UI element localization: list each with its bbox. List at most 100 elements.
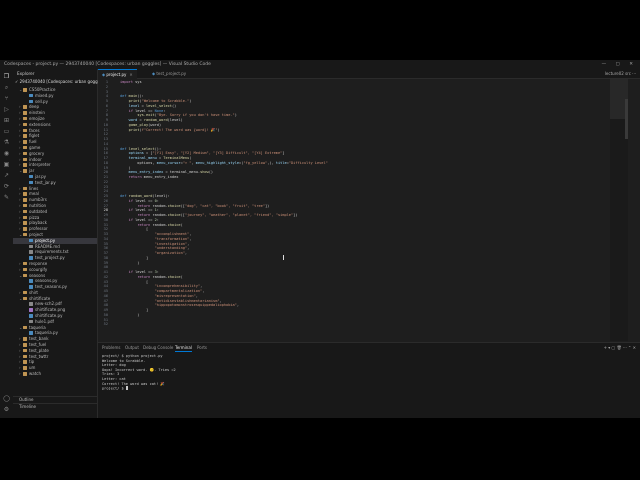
code-token: "understanding" bbox=[154, 246, 188, 251]
terminal-output[interactable]: project/ $ python project.py Welcome to S… bbox=[102, 354, 176, 391]
tree-item-label: lines bbox=[29, 185, 39, 191]
code-token: ] bbox=[120, 255, 149, 260]
code-token: menu_cursor bbox=[156, 160, 181, 165]
folder-item[interactable]: › watch bbox=[13, 371, 97, 377]
code-token: , bbox=[202, 289, 205, 293]
tree-item-label: hule1.pdf bbox=[35, 318, 54, 324]
outline-section[interactable]: Outline bbox=[13, 396, 97, 403]
code-token: "hippopotomonstrosesquippedaliophobia" bbox=[154, 303, 237, 308]
live-share-icon[interactable]: ↗ bbox=[3, 172, 10, 179]
close-icon[interactable]: ✕ bbox=[129, 72, 132, 77]
tab-test-project-py[interactable]: ◆ test_project.py bbox=[148, 69, 190, 78]
account-icon[interactable]: ◯ bbox=[3, 395, 10, 402]
extensions-icon[interactable]: ⊞ bbox=[3, 117, 10, 124]
explorer-title: Explorer bbox=[17, 71, 35, 76]
code-token: () bbox=[171, 103, 177, 108]
code-token: game_play bbox=[128, 122, 149, 127]
code-token: "dog", "cat", "book", "fruit", "tree" bbox=[184, 203, 265, 208]
run-debug-icon[interactable]: ▷ bbox=[3, 106, 10, 113]
folder-icon bbox=[23, 128, 27, 133]
code-token: "incomprehensibility" bbox=[154, 284, 201, 289]
code-token: , bbox=[219, 298, 222, 303]
code-token: "Difficulty Level" bbox=[288, 160, 328, 165]
window-controls[interactable]: — ▢ ✕ bbox=[602, 60, 637, 69]
testing-icon[interactable]: ⚗ bbox=[3, 139, 10, 146]
code-token: (): bbox=[154, 146, 162, 151]
remote-explorer-icon[interactable]: ▭ bbox=[3, 128, 10, 135]
docker-icon[interactable]: ▣ bbox=[3, 161, 10, 168]
tools-icon[interactable]: ✎ bbox=[3, 194, 10, 201]
timeline-section[interactable]: Timeline bbox=[13, 403, 97, 410]
code-token: ] bbox=[282, 151, 285, 156]
source-control-icon[interactable]: ⑂ bbox=[3, 95, 10, 102]
folder-icon bbox=[23, 360, 27, 364]
folder-icon bbox=[23, 215, 27, 220]
tab-ports[interactable]: Ports bbox=[197, 343, 207, 352]
folder-icon bbox=[23, 221, 27, 225]
tree-item-label: response bbox=[29, 260, 48, 266]
tree-item-label: pizza bbox=[29, 214, 40, 220]
code-token: level == bbox=[132, 208, 155, 213]
folder-icon bbox=[23, 337, 27, 341]
bottom-panel: Problems Output Debug Console Terminal P… bbox=[98, 342, 640, 418]
tree-item-label: requirements.txt bbox=[35, 249, 69, 255]
code-token: , bbox=[195, 293, 198, 298]
code-token: ] bbox=[120, 308, 149, 312]
tab-terminal[interactable]: Terminal bbox=[175, 343, 192, 352]
panel-actions[interactable]: + ▾ ▢ 🗑 ··· ⌃ ✕ bbox=[604, 343, 636, 352]
code-token: "misrepresentation" bbox=[154, 293, 196, 298]
explorer-icon[interactable]: ❐ bbox=[3, 73, 10, 80]
settings-sync-icon[interactable]: ⟳ bbox=[3, 183, 10, 190]
tab-problems[interactable]: Problems bbox=[102, 343, 120, 352]
tab-project-py[interactable]: ◆ project.py ✕ bbox=[98, 69, 137, 79]
code-token: show bbox=[200, 170, 209, 175]
code-token: sys bbox=[132, 80, 142, 84]
code-token: return bbox=[137, 203, 151, 208]
code-token: : bbox=[156, 208, 159, 213]
code-token: sys.exit bbox=[137, 113, 155, 118]
code-token: ]) bbox=[264, 203, 270, 208]
folder-icon bbox=[23, 372, 27, 376]
github-icon[interactable]: ◉ bbox=[3, 150, 10, 157]
image-file-icon bbox=[29, 308, 33, 312]
gear-icon[interactable]: ⚙ bbox=[3, 406, 10, 413]
code-token: : bbox=[156, 270, 159, 274]
workspace-root[interactable]: ✓ 2943740040 [Codespaces: urban goggles] bbox=[15, 79, 105, 85]
code-token: ) bbox=[120, 260, 140, 265]
python-file-icon bbox=[29, 180, 33, 185]
tree-item-label: tip bbox=[29, 359, 35, 365]
code-token: random. bbox=[150, 222, 168, 227]
folder-icon bbox=[23, 354, 27, 359]
code-token: options bbox=[128, 151, 144, 156]
folder-icon bbox=[23, 273, 27, 277]
folder-icon bbox=[23, 227, 27, 231]
tree-item-label: shirtificate bbox=[29, 295, 51, 301]
terminal-line: project/ $ bbox=[102, 386, 128, 391]
tree-item-label: faces bbox=[29, 127, 40, 133]
code-token: : bbox=[156, 198, 159, 203]
tree-item-label: indoor bbox=[29, 156, 42, 162]
editor-actions[interactable]: lecture02 src ··· bbox=[605, 69, 636, 78]
search-icon[interactable]: ⌕ bbox=[3, 84, 10, 91]
folder-icon bbox=[23, 192, 27, 196]
folder-icon bbox=[23, 366, 27, 370]
code-token: f"Correct! The word was {word}! 🎉" bbox=[141, 127, 218, 132]
tab-debug-console[interactable]: Debug Console bbox=[143, 343, 173, 352]
file-icon bbox=[29, 302, 33, 306]
code-token: "investigation" bbox=[154, 241, 188, 246]
code-token: (): bbox=[137, 94, 144, 99]
code-token: ( bbox=[189, 156, 192, 160]
folder-icon bbox=[23, 261, 27, 266]
tab-output[interactable]: Output bbox=[125, 343, 139, 352]
code-token: "organization" bbox=[154, 251, 185, 255]
editor-scrollbar[interactable] bbox=[625, 99, 628, 139]
code-editor[interactable]: 1 import sys 2 3 4 def main(): 5 print("Welcom… bbox=[98, 79, 628, 341]
code-token: return bbox=[128, 175, 142, 179]
